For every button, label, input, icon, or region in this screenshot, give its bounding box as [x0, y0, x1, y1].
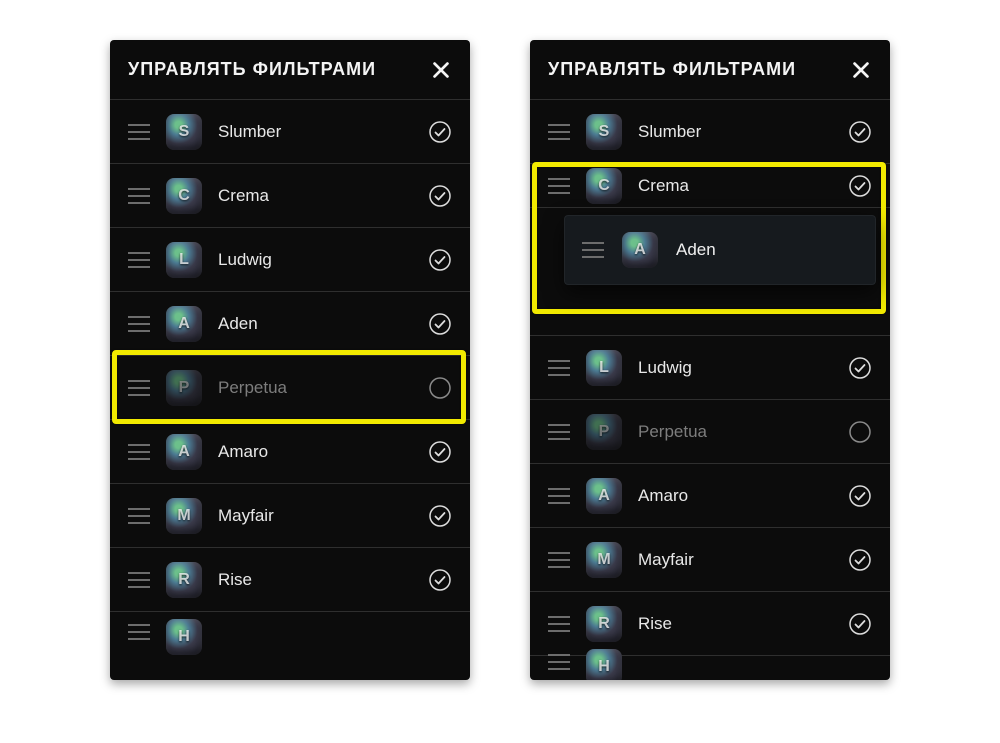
list-item[interactable]: A Amaro: [110, 420, 470, 484]
filter-label: Mayfair: [218, 506, 428, 526]
filter-thumb: C: [586, 168, 622, 204]
toggle-check[interactable]: [848, 420, 872, 444]
drag-handle-icon[interactable]: [128, 316, 150, 332]
filter-label: Slumber: [638, 122, 848, 142]
list-item[interactable]: P Perpetua: [530, 400, 890, 464]
drag-handle-icon[interactable]: [548, 654, 570, 670]
drag-handle-icon[interactable]: [548, 552, 570, 568]
drag-handle-icon[interactable]: [128, 624, 150, 640]
filter-label: Perpetua: [218, 378, 428, 398]
drag-handle-icon[interactable]: [128, 124, 150, 140]
toggle-check[interactable]: [848, 548, 872, 572]
close-icon: [850, 59, 872, 81]
drag-handle-icon[interactable]: [548, 424, 570, 440]
filter-label: Perpetua: [638, 422, 848, 442]
filter-label: Slumber: [218, 122, 428, 142]
list-item[interactable]: S Slumber: [530, 100, 890, 164]
filter-label: Rise: [638, 614, 848, 634]
toggle-check[interactable]: [848, 174, 872, 198]
filter-label: Aden: [218, 314, 428, 334]
filter-list: S Slumber C Crema L Ludwig P Perpetua: [530, 100, 890, 680]
toggle-check[interactable]: [428, 440, 452, 464]
filter-thumb: A: [166, 306, 202, 342]
filter-label: Ludwig: [218, 250, 428, 270]
list-item[interactable]: P Perpetua: [110, 356, 470, 420]
filter-thumb: M: [166, 498, 202, 534]
filter-list: S Slumber C Crema L Ludwig A Aden P Perp…: [110, 100, 470, 680]
filter-thumb: S: [586, 114, 622, 150]
list-item[interactable]: A Aden: [110, 292, 470, 356]
drag-handle-icon[interactable]: [128, 252, 150, 268]
drag-handle-icon[interactable]: [548, 488, 570, 504]
toggle-check[interactable]: [428, 248, 452, 272]
drag-handle-icon[interactable]: [548, 178, 570, 194]
filter-thumb: A: [166, 434, 202, 470]
filter-label: Amaro: [218, 442, 428, 462]
filter-thumb: R: [586, 606, 622, 642]
page-title: УПРАВЛЯТЬ ФИЛЬТРАМИ: [548, 59, 796, 80]
toggle-check[interactable]: [848, 612, 872, 636]
header: УПРАВЛЯТЬ ФИЛЬТРАМИ: [530, 40, 890, 100]
filter-label: Aden: [676, 240, 858, 260]
filter-thumb: P: [586, 414, 622, 450]
filter-label: Crema: [218, 186, 428, 206]
toggle-check[interactable]: [428, 312, 452, 336]
drag-handle-icon[interactable]: [548, 360, 570, 376]
toggle-check[interactable]: [428, 376, 452, 400]
toggle-check[interactable]: [428, 568, 452, 592]
toggle-check[interactable]: [428, 184, 452, 208]
filter-thumb: H: [586, 649, 622, 680]
drag-handle-icon[interactable]: [582, 242, 604, 258]
toggle-check[interactable]: [848, 120, 872, 144]
drag-handle-icon[interactable]: [128, 572, 150, 588]
filter-label: Amaro: [638, 486, 848, 506]
list-item-cut: H: [110, 612, 470, 642]
dragging-item[interactable]: A Aden: [564, 215, 876, 285]
drag-handle-icon[interactable]: [548, 616, 570, 632]
toggle-check[interactable]: [428, 504, 452, 528]
toggle-check[interactable]: [848, 356, 872, 380]
filter-thumb: L: [166, 242, 202, 278]
list-item[interactable]: C Crema: [110, 164, 470, 228]
filter-thumb: P: [166, 370, 202, 406]
list-item[interactable]: L Ludwig: [110, 228, 470, 292]
close-button[interactable]: [428, 57, 454, 83]
drop-gap: [530, 288, 890, 336]
filter-thumb: A: [622, 232, 658, 268]
list-item[interactable]: A Amaro: [530, 464, 890, 528]
filter-thumb: H: [166, 619, 202, 655]
phone-left: УПРАВЛЯТЬ ФИЛЬТРАМИ S Slumber C Crema L …: [110, 40, 470, 680]
filter-thumb: A: [586, 478, 622, 514]
drag-handle-icon[interactable]: [128, 380, 150, 396]
drag-handle-icon[interactable]: [128, 188, 150, 204]
close-button[interactable]: [848, 57, 874, 83]
page-title: УПРАВЛЯТЬ ФИЛЬТРАМИ: [128, 59, 376, 80]
filter-label: Mayfair: [638, 550, 848, 570]
drag-handle-icon[interactable]: [128, 444, 150, 460]
close-icon: [430, 59, 452, 81]
header: УПРАВЛЯТЬ ФИЛЬТРАМИ: [110, 40, 470, 100]
filter-label: Rise: [218, 570, 428, 590]
list-item[interactable]: C Crema: [530, 164, 890, 208]
filter-thumb: S: [166, 114, 202, 150]
drag-handle-icon[interactable]: [128, 508, 150, 524]
list-item[interactable]: R Rise: [110, 548, 470, 612]
toggle-check[interactable]: [428, 120, 452, 144]
filter-thumb: L: [586, 350, 622, 386]
filter-thumb: C: [166, 178, 202, 214]
list-item[interactable]: R Rise: [530, 592, 890, 656]
list-item[interactable]: S Slumber: [110, 100, 470, 164]
list-item[interactable]: M Mayfair: [110, 484, 470, 548]
list-item[interactable]: L Ludwig: [530, 336, 890, 400]
list-item[interactable]: M Mayfair: [530, 528, 890, 592]
filter-thumb: R: [166, 562, 202, 598]
filter-thumb: M: [586, 542, 622, 578]
filter-label: Ludwig: [638, 358, 848, 378]
phone-right: УПРАВЛЯТЬ ФИЛЬТРАМИ S Slumber C Crema L …: [530, 40, 890, 680]
toggle-check[interactable]: [848, 484, 872, 508]
drag-handle-icon[interactable]: [548, 124, 570, 140]
filter-label: Crema: [638, 176, 848, 196]
